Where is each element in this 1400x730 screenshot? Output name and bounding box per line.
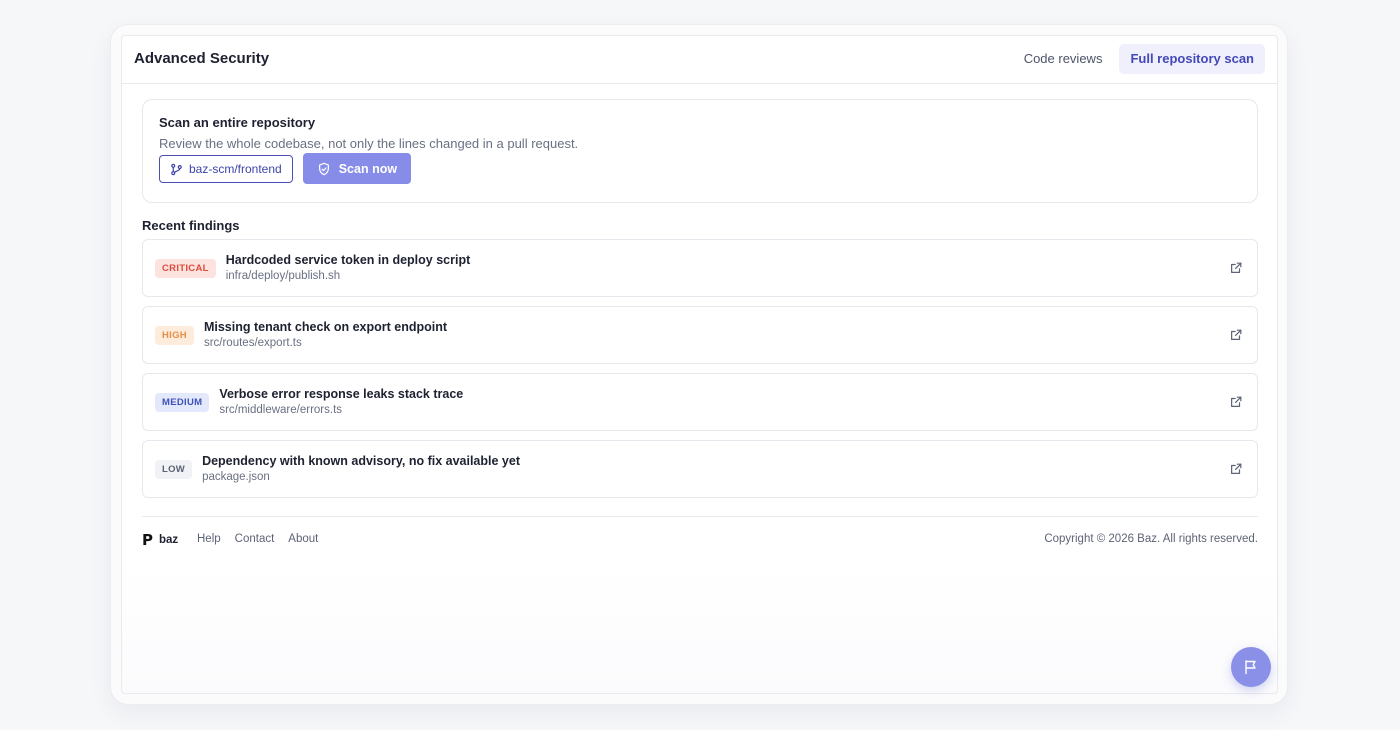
external-link-icon[interactable]	[1229, 328, 1243, 342]
copyright-text: Copyright © 2026 Baz. All rights reserve…	[1044, 533, 1258, 545]
finding-path: infra/deploy/publish.sh	[225, 269, 341, 282]
scan-title: Scan an entire repository	[159, 115, 316, 130]
tab-code-reviews[interactable]: Code reviews	[1013, 44, 1114, 74]
finding-row[interactable]: MEDIUM Verbose error response leaks stac…	[142, 373, 1258, 431]
severity-badge: HIGH	[155, 325, 194, 345]
flag-icon	[1245, 660, 1256, 675]
finding-title: Verbose error response leaks stack trace	[219, 386, 464, 401]
finding-path: package.json	[202, 470, 270, 483]
scan-now-button[interactable]: Scan now	[302, 153, 412, 184]
scan-card: Scan an entire repository Review the who…	[142, 99, 1258, 203]
footer: P baz Help Contact About Copyright © 202…	[142, 516, 1258, 561]
repository-name: baz-scm/frontend	[189, 162, 282, 176]
scan-now-label: Scan now	[338, 161, 398, 176]
finding-row[interactable]: CRITICAL Hardcoded service token in depl…	[142, 239, 1258, 297]
finding-title: Dependency with known advisory, no fix a…	[202, 453, 520, 468]
tab-full-repository-scan[interactable]: Full repository scan	[1119, 44, 1265, 74]
finding-title: Missing tenant check on export endpoint	[203, 319, 448, 334]
scan-actions: baz-scm/frontend Scan now	[159, 153, 1241, 184]
finding-path: src/routes/export.ts	[203, 336, 302, 349]
main-panel: Advanced Security Code reviews Full repo…	[121, 35, 1278, 694]
finding-row[interactable]: HIGH Missing tenant check on export endp…	[142, 306, 1258, 364]
shield-check-icon	[318, 162, 329, 175]
scan-description: Review the whole codebase, not only the …	[159, 136, 579, 151]
footer-logo[interactable]: P baz	[142, 531, 178, 549]
header: Advanced Security Code reviews Full repo…	[122, 36, 1277, 84]
footer-link-help[interactable]: Help	[197, 533, 221, 545]
severity-badge: MEDIUM	[155, 392, 210, 412]
tab-bar: Code reviews Full repository scan	[1013, 44, 1265, 74]
feedback-button[interactable]	[1231, 647, 1271, 687]
finding-title: Hardcoded service token in deploy script	[225, 252, 471, 267]
baz-logo-icon: P	[142, 531, 153, 549]
finding-row[interactable]: LOW Dependency with known advisory, no f…	[142, 440, 1258, 498]
repository-selector-button[interactable]: baz-scm/frontend	[159, 155, 293, 183]
git-branch-icon	[171, 163, 182, 175]
severity-badge: CRITICAL	[155, 258, 216, 278]
finding-path: src/middleware/errors.ts	[219, 403, 343, 416]
page-title: Advanced Security	[134, 50, 270, 67]
severity-badge: LOW	[155, 459, 193, 479]
footer-link-contact[interactable]: Contact	[235, 533, 275, 545]
external-link-icon[interactable]	[1229, 395, 1243, 409]
recent-findings-heading: Recent findings	[142, 218, 240, 233]
app-frame: Advanced Security Code reviews Full repo…	[110, 24, 1288, 705]
brand-name: baz	[159, 534, 179, 546]
footer-links: Help Contact About	[197, 533, 318, 545]
footer-link-about[interactable]: About	[288, 533, 318, 545]
external-link-icon[interactable]	[1229, 462, 1243, 476]
external-link-icon[interactable]	[1229, 261, 1243, 275]
content: Scan an entire repository Review the who…	[142, 99, 1258, 507]
